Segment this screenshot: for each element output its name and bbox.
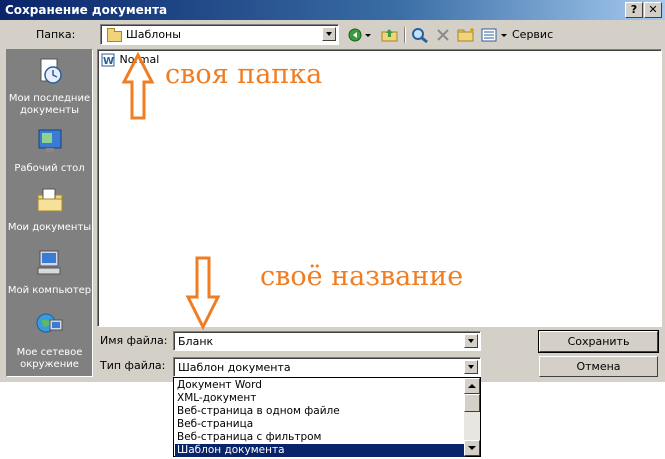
- folder-value: Шаблоны: [126, 28, 181, 41]
- my-computer-icon: [37, 250, 60, 275]
- filetype-option-selected[interactable]: Шаблон документа: [175, 444, 466, 457]
- up-folder-icon: [381, 29, 398, 42]
- place-label: Мои документы: [7, 222, 92, 233]
- place-recent-documents[interactable]: Мои последние документы: [7, 56, 92, 117]
- filetype-value: Шаблон документа: [178, 361, 291, 374]
- place-desktop[interactable]: Рабочий стол: [7, 126, 92, 175]
- filetype-option[interactable]: Документ Word: [175, 379, 466, 392]
- filetype-option[interactable]: Веб-страница в одном файле: [175, 405, 466, 418]
- chevron-down-icon[interactable]: [322, 27, 336, 41]
- place-label: Мое сетевое окружение: [16, 347, 83, 370]
- desktop-icon: [38, 129, 61, 152]
- svg-text:W: W: [103, 56, 114, 67]
- service-label: Сервис: [512, 28, 554, 41]
- new-folder-icon: [457, 28, 474, 42]
- annotation-name-note: своё название: [260, 261, 464, 292]
- word-document-icon: W: [101, 53, 115, 67]
- place-label: Мои последние документы: [8, 93, 91, 116]
- save-dialog: Сохранение документа ? ✕ Папка: Шаблоны: [0, 0, 665, 382]
- network-places-icon: [36, 313, 62, 333]
- close-button[interactable]: ✕: [644, 2, 662, 18]
- cancel-button[interactable]: Отмена: [539, 356, 658, 377]
- views-icon: [481, 28, 507, 42]
- scroll-down-button[interactable]: [464, 440, 480, 456]
- my-documents-icon: [37, 188, 62, 212]
- place-label: Рабочий стол: [14, 163, 85, 174]
- window-title: Сохранение документа: [5, 3, 168, 17]
- views-button[interactable]: [479, 26, 511, 44]
- filename-value: Бланк: [178, 335, 214, 348]
- places-bar: Мои последние документы Рабочий стол Мои…: [6, 49, 93, 377]
- annotation-up-arrow: [121, 52, 155, 120]
- toolbar-separator: [404, 27, 406, 43]
- filetype-option[interactable]: XML-документ: [175, 392, 466, 405]
- place-my-documents[interactable]: Мои документы: [7, 185, 92, 234]
- back-button[interactable]: [346, 26, 374, 44]
- filetype-option[interactable]: Веб-страница: [175, 418, 466, 431]
- place-label: Мой компьютер: [7, 285, 92, 296]
- delete-button[interactable]: [433, 26, 453, 44]
- chevron-down-icon[interactable]: [464, 334, 478, 348]
- filetype-label: Тип файла:: [100, 359, 166, 372]
- delete-icon: [437, 29, 449, 41]
- help-button[interactable]: ?: [625, 2, 643, 18]
- scroll-thumb[interactable]: [464, 394, 480, 412]
- chevron-down-icon: [468, 446, 476, 450]
- annotation-folder-note: своя папка: [165, 59, 323, 90]
- filename-label: Имя файла:: [100, 334, 168, 347]
- service-menu[interactable]: Сервис: [512, 26, 562, 55]
- title-bar: Сохранение документа ? ✕: [0, 0, 665, 20]
- scroll-up-button[interactable]: [464, 378, 480, 394]
- up-folder-button[interactable]: [379, 26, 401, 44]
- chevron-down-icon[interactable]: [464, 360, 478, 374]
- filetype-select[interactable]: Шаблон документа: [173, 357, 481, 377]
- search-web-icon: [412, 28, 428, 44]
- filetype-option[interactable]: Веб-страница с фильтром: [175, 431, 466, 444]
- folder-label: Папка:: [36, 28, 76, 41]
- place-my-computer[interactable]: Мой компьютер: [7, 248, 92, 297]
- annotation-down-arrow: [185, 256, 221, 331]
- dropdown-scrollbar[interactable]: [464, 378, 480, 456]
- filetype-dropdown-list[interactable]: Документ Word XML-документ Веб-страница …: [173, 377, 481, 457]
- folder-select[interactable]: Шаблоны: [100, 24, 339, 45]
- recent-documents-icon: [40, 58, 62, 84]
- back-icon: [348, 28, 371, 42]
- folder-icon: [107, 28, 122, 42]
- new-folder-button[interactable]: [455, 26, 477, 44]
- filename-input[interactable]: Бланк: [173, 331, 481, 351]
- chevron-up-icon: [468, 384, 476, 388]
- search-web-button[interactable]: [409, 26, 431, 44]
- place-network[interactable]: Мое сетевое окружение: [7, 310, 92, 371]
- save-button[interactable]: Сохранить: [538, 330, 659, 353]
